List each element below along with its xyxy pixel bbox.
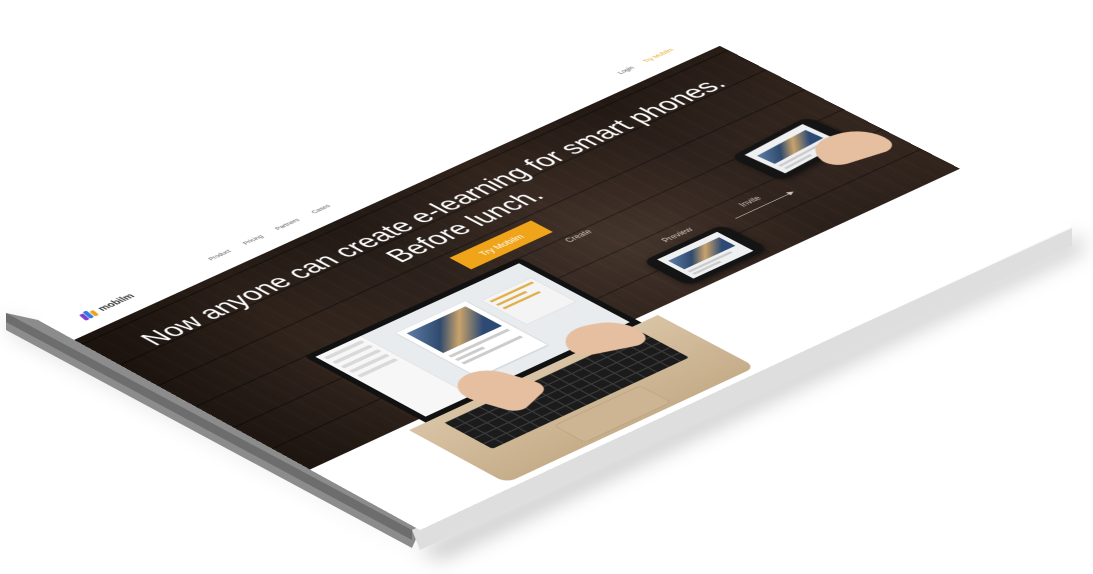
try-mobilm-link[interactable]: Try Mobilm bbox=[641, 47, 675, 63]
logo-mark-icon bbox=[77, 308, 101, 321]
nav-item-cases[interactable]: Cases bbox=[309, 203, 332, 214]
nav-item-pricing[interactable]: Pricing bbox=[241, 234, 265, 246]
nav-item-product[interactable]: Product bbox=[206, 249, 232, 262]
nav-item-partners[interactable]: Partners bbox=[273, 217, 301, 230]
brand-name: mobilm bbox=[94, 291, 138, 313]
login-link[interactable]: Login bbox=[616, 65, 636, 75]
mockup-stage: mobilm Product Pricing Partners Cases Lo… bbox=[0, 0, 1093, 574]
course-photo bbox=[406, 306, 502, 354]
